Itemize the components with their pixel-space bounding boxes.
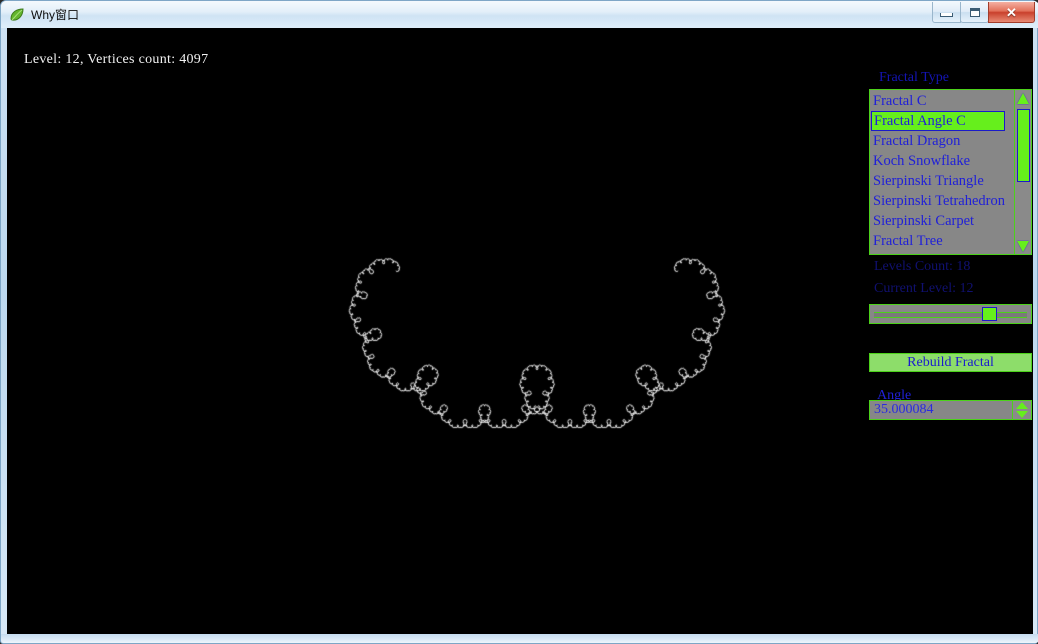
window-bottom-frame xyxy=(1,634,1038,643)
title-bar-left: Why窗口 xyxy=(9,5,79,24)
slider-track xyxy=(874,312,1027,318)
listbox-scrollbar[interactable] xyxy=(1014,90,1031,254)
triangle-up-icon xyxy=(1017,92,1029,104)
client-area: Level: 12, Vertices count: 4097 Fractal … xyxy=(7,28,1033,636)
spinner-down-icon[interactable] xyxy=(1016,411,1028,418)
minimize-icon xyxy=(940,12,953,17)
spinner-up-icon[interactable] xyxy=(1016,402,1028,409)
fractal-type-label: Fractal Type xyxy=(879,70,949,85)
scroll-down-arrow-icon[interactable] xyxy=(1016,239,1030,253)
status-text: Level: 12, Vertices count: 4097 xyxy=(24,52,209,67)
list-item[interactable]: Sierpinski Tetrahedron xyxy=(871,191,1014,211)
control-panel: Fractal Type Fractal C Fractal Angle C F… xyxy=(862,40,1033,430)
list-item-selected[interactable]: Fractal Angle C xyxy=(871,111,1005,131)
angle-spinner[interactable]: 35.000084 xyxy=(869,400,1032,420)
title-bar[interactable]: Why窗口 ✕ xyxy=(1,1,1038,28)
triangle-down-icon xyxy=(1017,240,1029,252)
leaf-icon xyxy=(9,7,25,23)
level-slider[interactable] xyxy=(869,304,1032,324)
scrollbar-thumb[interactable] xyxy=(1017,109,1030,182)
list-item[interactable]: Koch Snowflake xyxy=(871,151,1014,171)
slider-thumb[interactable] xyxy=(982,307,997,321)
application-window: Why窗口 ✕ Level: 12, Vertices count: 4097 … xyxy=(0,0,1038,644)
maximize-button[interactable] xyxy=(960,2,989,23)
list-item[interactable]: Sierpinski Triangle xyxy=(871,171,1014,191)
window-title: Why窗口 xyxy=(31,7,80,22)
angle-input[interactable]: 35.000084 xyxy=(870,401,1012,419)
fractal-type-listbox[interactable]: Fractal C Fractal Angle C Fractal Dragon… xyxy=(869,89,1032,255)
window-controls: ✕ xyxy=(932,2,1035,23)
fractal-type-list-items: Fractal C Fractal Angle C Fractal Dragon… xyxy=(870,90,1014,254)
angle-spinner-buttons[interactable] xyxy=(1012,401,1031,419)
current-level-label: Current Level: 12 xyxy=(874,281,974,296)
maximize-icon xyxy=(969,7,980,17)
list-item[interactable]: Fractal C xyxy=(871,91,1014,111)
list-item[interactable]: Sierpinski Carpet xyxy=(871,211,1014,231)
rebuild-fractal-button[interactable]: Rebuild Fractal xyxy=(869,353,1032,372)
list-item[interactable]: Fractal Tree xyxy=(871,231,1014,251)
list-item[interactable]: Fractal Dragon xyxy=(871,131,1014,151)
minimize-button[interactable] xyxy=(932,2,961,23)
close-icon: ✕ xyxy=(1006,4,1017,20)
scroll-up-arrow-icon[interactable] xyxy=(1016,91,1030,105)
levels-count-label: Levels Count: 18 xyxy=(874,259,971,274)
close-button[interactable]: ✕ xyxy=(988,2,1035,23)
